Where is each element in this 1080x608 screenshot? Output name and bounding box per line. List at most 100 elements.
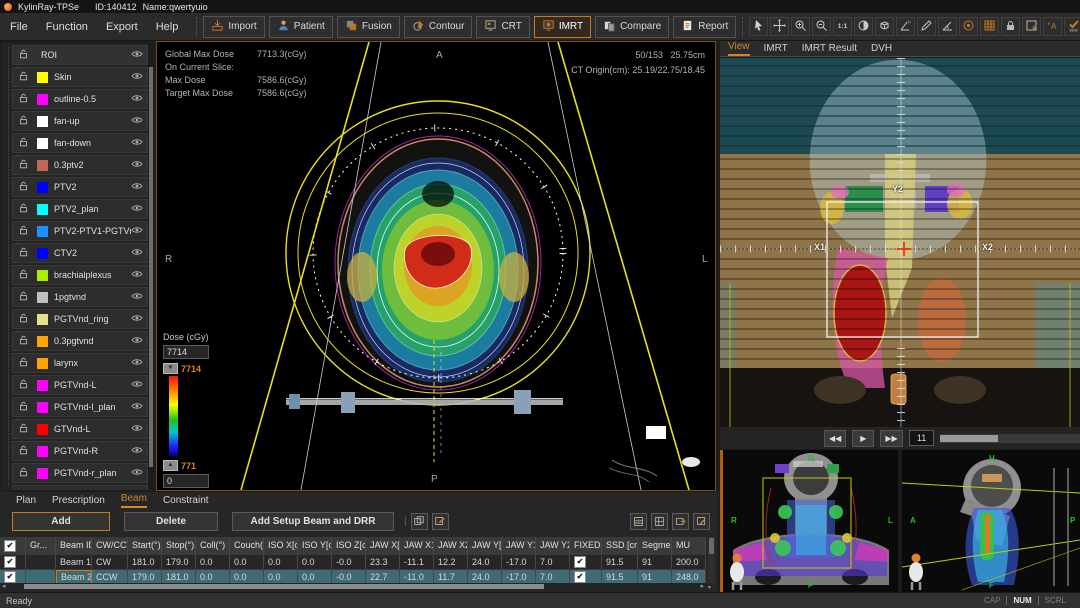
lock-icon[interactable]	[19, 71, 29, 84]
visibility-eye-icon[interactable]	[131, 202, 143, 217]
lock-icon[interactable]	[19, 159, 29, 172]
roi-item[interactable]: PGTVnd-L	[12, 375, 148, 395]
beam-cell[interactable]: 11.7	[434, 570, 468, 584]
visibility-eye-icon[interactable]	[131, 224, 143, 239]
beam-table-vscrollbar[interactable]: ▾	[708, 537, 715, 583]
module-button-contour[interactable]: Contour	[404, 16, 473, 38]
beam-table-hscrollbar[interactable]: ◂ ▸	[0, 583, 706, 590]
tab-constraint[interactable]: Constraint	[163, 495, 209, 508]
menu-export[interactable]: Export	[106, 21, 138, 33]
row-export-button[interactable]	[672, 513, 689, 530]
roi-item[interactable]: fan-up	[12, 111, 148, 131]
tool-view-check[interactable]: VIEW	[1064, 17, 1080, 36]
tab-imrt-result[interactable]: IMRT Result	[802, 43, 857, 56]
beam-cell[interactable]: 7.0	[536, 570, 570, 584]
roi-header[interactable]: ROI	[12, 45, 148, 65]
copy-plus-button[interactable]	[411, 513, 428, 530]
beam-cell[interactable]: 181.0	[128, 555, 162, 569]
lock-icon[interactable]	[19, 335, 29, 348]
beam-cell[interactable]: 0.0	[298, 555, 332, 569]
beam-cell[interactable]: 91.5	[602, 570, 638, 584]
lock-icon[interactable]	[19, 313, 29, 326]
roi-item[interactable]: PGTVnd-l_plan	[12, 397, 148, 417]
row-edit-button[interactable]	[693, 513, 710, 530]
dose-max-input[interactable]: 7714	[163, 345, 209, 359]
beam-cell[interactable]: 0.0	[264, 570, 298, 584]
tool-zoom-out[interactable]	[812, 17, 831, 36]
visibility-eye-icon[interactable]	[131, 488, 143, 491]
roi-item[interactable]: GTVnd-L	[12, 419, 148, 439]
roi-item[interactable]: larynx	[12, 353, 148, 373]
lock-icon[interactable]	[19, 401, 29, 414]
roi-item[interactable]: PGTVnd-R	[12, 441, 148, 461]
dose-min-handle[interactable]: ▲	[163, 460, 178, 471]
visibility-eye-icon[interactable]	[131, 70, 143, 85]
dose-min-input[interactable]: 0	[163, 474, 209, 488]
roi-item[interactable]: CTV2	[12, 243, 148, 263]
tool-pan[interactable]	[770, 17, 789, 36]
roi-item[interactable]: PGTVnd_ring	[12, 309, 148, 329]
beam-eye-view[interactable]: X1 X2 Y2	[720, 58, 1080, 427]
beam-cell[interactable]: 7.0	[536, 555, 570, 569]
tool-angle-point[interactable]: P	[896, 17, 915, 36]
tool-text-annotation[interactable]: °A	[1043, 17, 1062, 36]
row-checkbox[interactable]: ✔	[4, 556, 16, 568]
module-button-compare[interactable]: Compare	[595, 16, 669, 38]
roi-item[interactable]: PTV2_plan	[12, 199, 148, 219]
visibility-eye-icon[interactable]	[131, 180, 143, 195]
module-button-patient[interactable]: Patient	[269, 16, 333, 38]
tool-collimator-grid[interactable]	[980, 17, 999, 36]
beam-cell[interactable]: 24.0	[468, 555, 502, 569]
roi-item[interactable]: outline-0.5	[12, 89, 148, 109]
beam-cell[interactable]: 91	[638, 570, 672, 584]
roi-item[interactable]: brachialplexus	[12, 265, 148, 285]
roi-scrollbar[interactable]	[148, 43, 154, 490]
row-copy-button[interactable]	[651, 513, 668, 530]
tab-prescription[interactable]: Prescription	[52, 495, 105, 508]
roi-item[interactable]: Skin	[12, 67, 148, 87]
beam-cell[interactable]: -17.0	[502, 570, 536, 584]
beam-cell[interactable]	[26, 570, 56, 584]
lock-icon[interactable]	[19, 291, 29, 304]
roi-item[interactable]: fan-down	[12, 133, 148, 153]
visibility-eye-icon[interactable]	[131, 334, 143, 349]
dose-gradient-bar[interactable]	[169, 376, 178, 456]
tab-dvh[interactable]: DVH	[871, 43, 892, 56]
lock-icon[interactable]	[19, 93, 29, 106]
visibility-eye-icon[interactable]	[131, 246, 143, 261]
tab-view[interactable]: View	[728, 41, 750, 56]
lock-icon[interactable]	[19, 379, 29, 392]
roi-item[interactable]: PTV2-PTV1-PGTVnd-PGTVn:	[12, 221, 148, 241]
menu-function[interactable]: Function	[46, 21, 88, 33]
beam-cell[interactable]: 0.0	[298, 570, 332, 584]
lock-icon[interactable]	[19, 49, 29, 62]
visibility-eye-icon[interactable]	[131, 48, 143, 63]
tool-one-to-one[interactable]: 1:1	[833, 17, 852, 36]
lock-icon[interactable]	[19, 489, 29, 491]
beam-cell[interactable]: 23.3	[366, 555, 400, 569]
row-checkbox[interactable]: ✔	[4, 571, 16, 583]
tab-imrt[interactable]: IMRT	[764, 43, 788, 56]
beam-cell[interactable]: -17.0	[502, 555, 536, 569]
fast-forward-button[interactable]: ▶▶	[880, 430, 902, 447]
add-setup-beam-and-drr-button[interactable]: Add Setup Beam and DRR	[232, 512, 394, 531]
tool-lock[interactable]	[1001, 17, 1020, 36]
dose-max-handle[interactable]: ▼	[163, 363, 178, 374]
tool-cube[interactable]	[875, 17, 894, 36]
module-button-import[interactable]: Import	[203, 16, 264, 38]
beam-cell[interactable]: 22.7	[366, 570, 400, 584]
visibility-eye-icon[interactable]	[131, 114, 143, 129]
rewind-button[interactable]: ◀◀	[824, 430, 846, 447]
frame-number[interactable]: 11	[909, 430, 935, 446]
axial-ct-view[interactable]: Global Max Dose7713.3(cGy) On Current Sl…	[156, 41, 716, 491]
visibility-eye-icon[interactable]	[131, 290, 143, 305]
beam-cell[interactable]: 91.5	[602, 555, 638, 569]
beam-cell[interactable]: ✔	[570, 555, 602, 569]
roi-item[interactable]: 0.3ptv2	[12, 155, 148, 175]
visibility-eye-icon[interactable]	[131, 136, 143, 151]
visibility-eye-icon[interactable]	[131, 444, 143, 459]
beam-row[interactable]: ✔Beam 1CW181.0179.00.00.00.00.0-0.023.3-…	[0, 555, 706, 570]
beam-cell[interactable]: -11.0	[400, 570, 434, 584]
beam-cell[interactable]: 0.0	[230, 570, 264, 584]
fixed-checkbox[interactable]: ✔	[574, 556, 586, 568]
